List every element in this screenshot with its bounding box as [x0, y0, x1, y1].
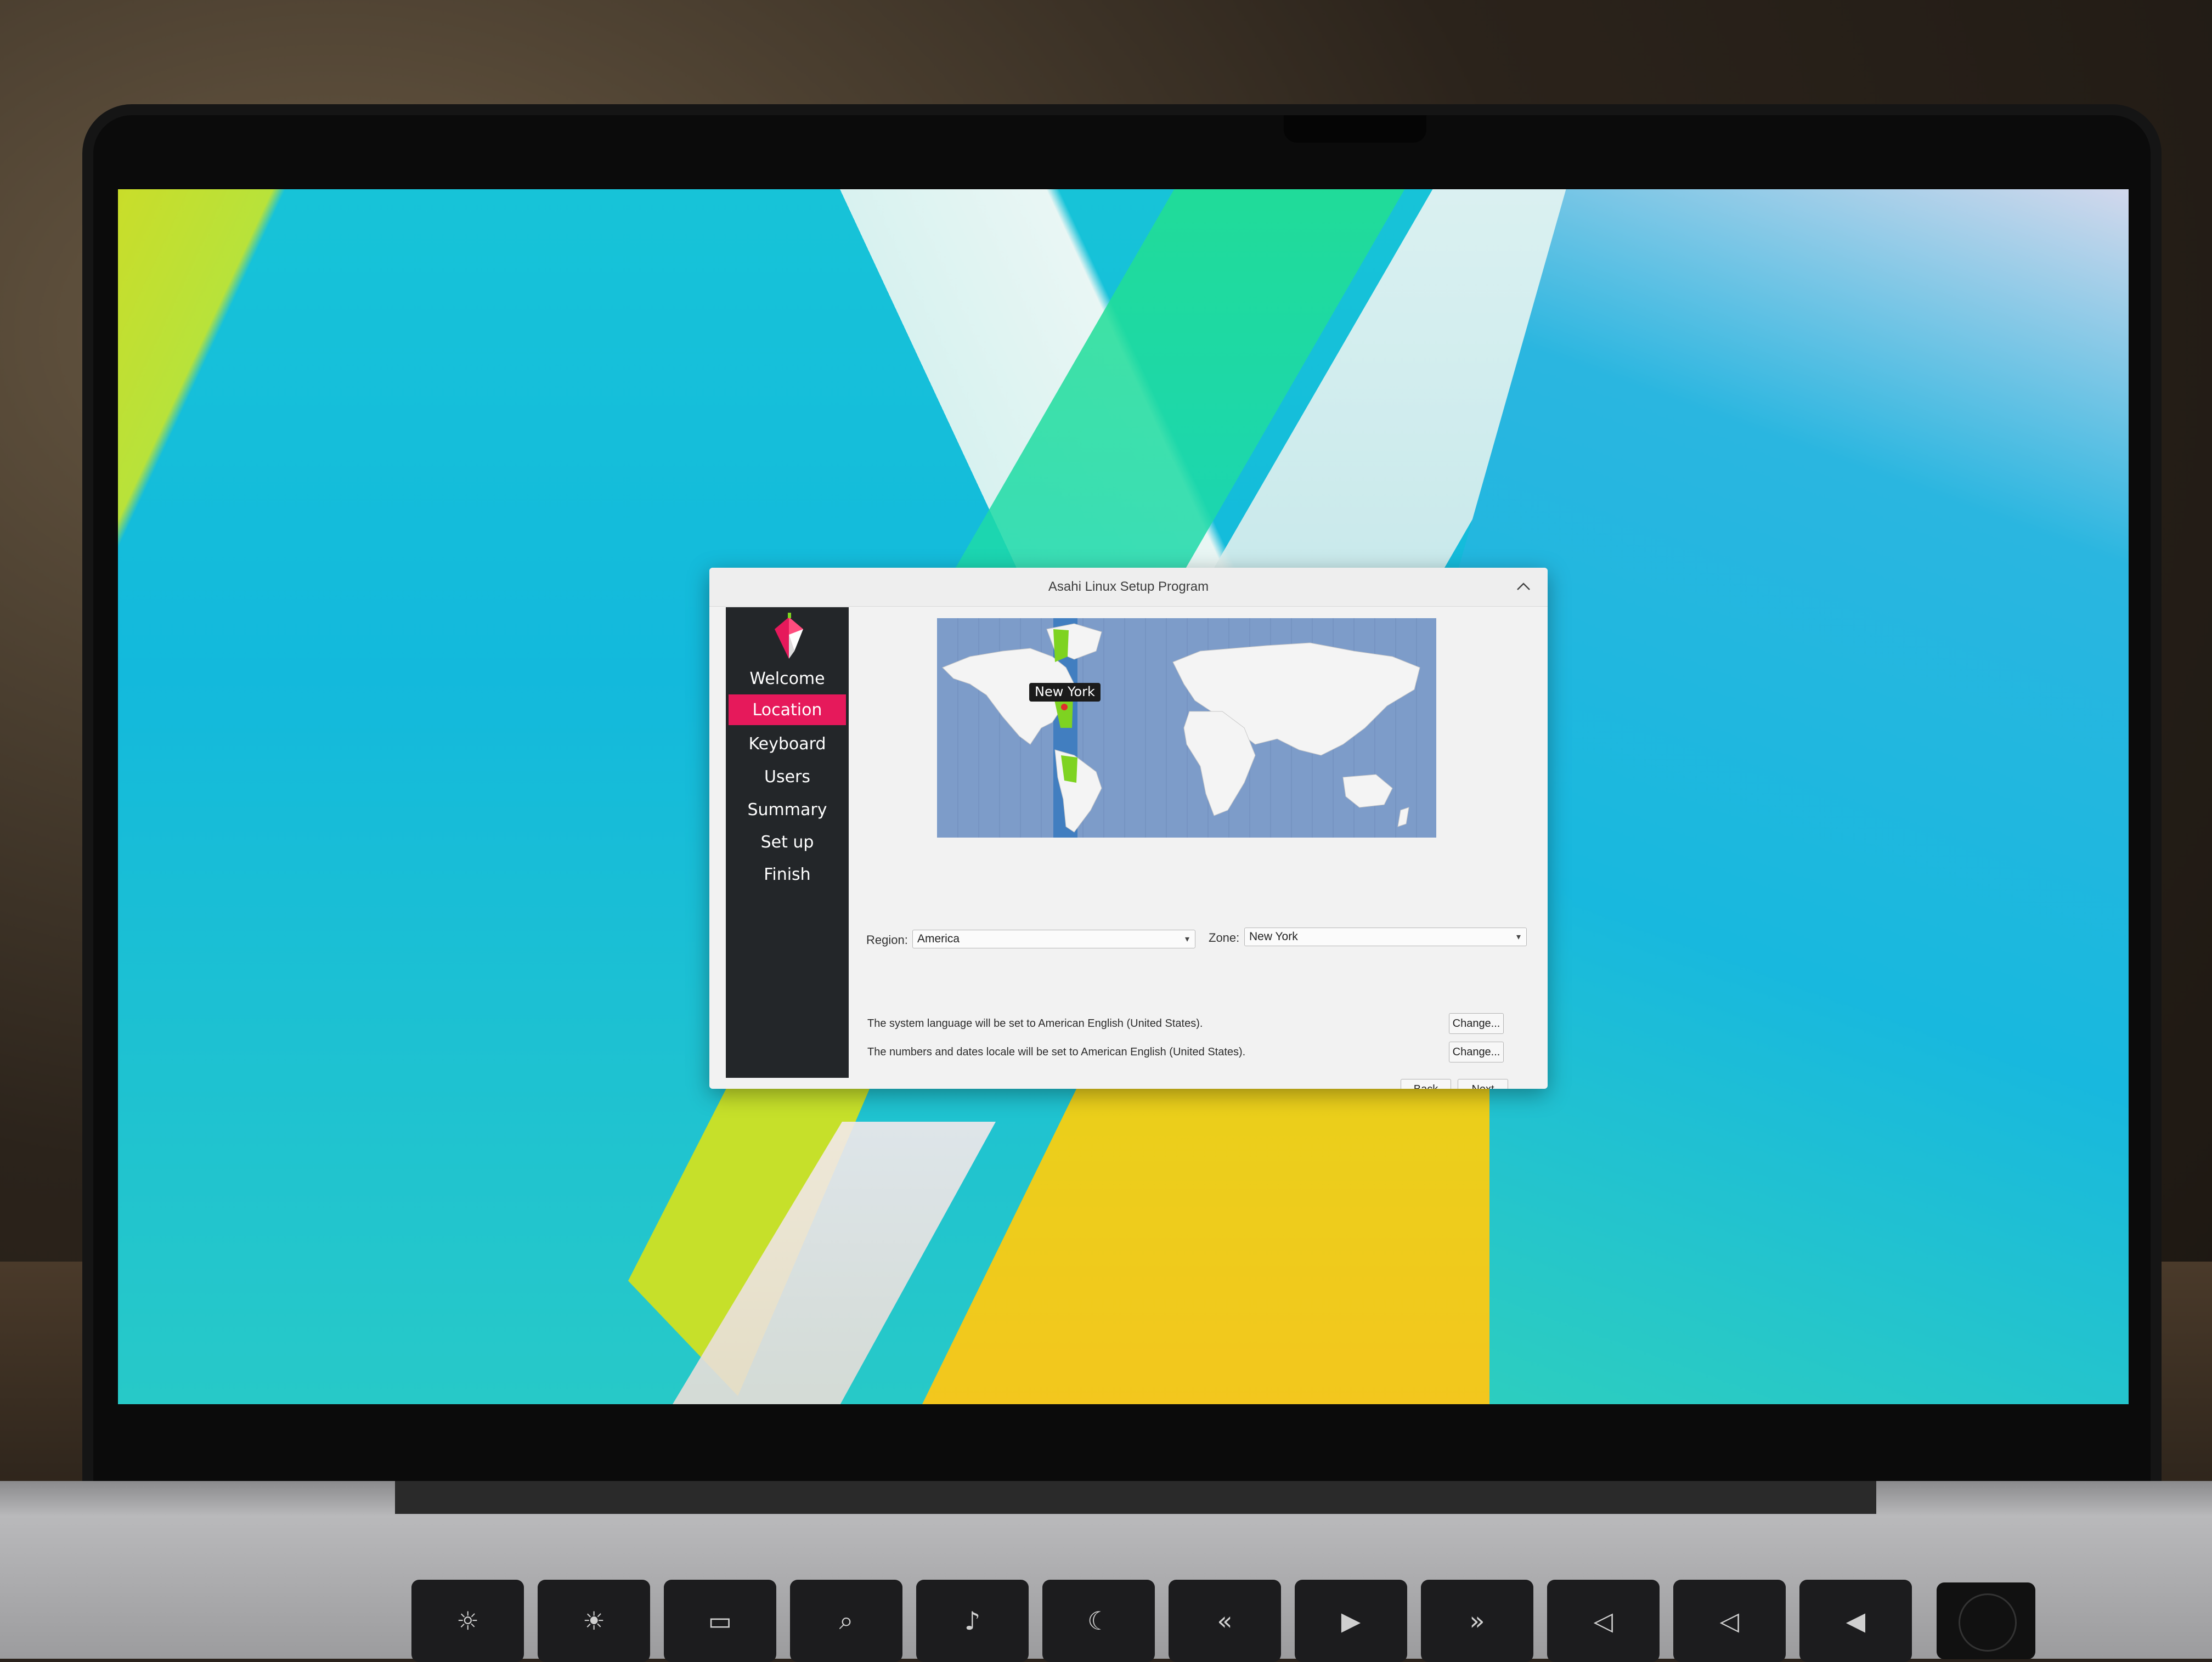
sidebar-item-set-up: Set up [729, 827, 846, 857]
dictation-key[interactable]: ♪ [916, 1580, 1029, 1662]
timezone-map[interactable]: New York [937, 618, 1436, 838]
setup-sidebar: Welcome Location Keyboard Users Summary … [726, 607, 849, 1078]
spotlight-key[interactable]: ⌕ [790, 1580, 902, 1662]
brightness-up-key[interactable]: ☀ [538, 1580, 650, 1662]
wallpaper-shape [612, 1122, 996, 1404]
volume-up-key[interactable]: ◀ [1799, 1580, 1912, 1662]
region-label: Region: [866, 933, 908, 947]
mute-key[interactable]: ◁ [1547, 1580, 1660, 1662]
search-icon: ⌕ [839, 1606, 854, 1635]
next-button[interactable]: Next [1458, 1079, 1508, 1089]
laptop-hinge [395, 1481, 1876, 1514]
window-titlebar[interactable]: Asahi Linux Setup Program [709, 568, 1548, 607]
window-title: Asahi Linux Setup Program [1048, 579, 1209, 594]
asahi-logo-icon [775, 613, 803, 659]
do-not-disturb-key[interactable]: ☾ [1042, 1580, 1155, 1662]
sidebar-item-label: Location [752, 700, 822, 720]
change-language-button[interactable]: Change... [1449, 1013, 1504, 1034]
region-select-value: America [917, 932, 960, 945]
fast-forward-key[interactable]: » [1421, 1580, 1533, 1662]
speaker-high-icon: ◀ [1846, 1606, 1866, 1636]
brightness-down-key[interactable]: ☼ [411, 1580, 524, 1662]
zone-select[interactable]: New York ▾ [1244, 928, 1527, 946]
sidebar-item-label: Welcome [749, 669, 825, 688]
sidebar-item-summary: Summary [729, 794, 846, 825]
sun-icon: ☼ [456, 1606, 479, 1636]
play-pause-key[interactable]: ▶ [1295, 1580, 1407, 1662]
sidebar-item-label: Set up [760, 832, 814, 852]
speaker-low-icon: ◁ [1719, 1606, 1740, 1636]
sidebar-item-label: Finish [764, 864, 811, 884]
sidebar-item-welcome: Welcome [729, 663, 846, 694]
fast-forward-icon: » [1469, 1606, 1485, 1636]
mission-control-key[interactable]: ▭ [664, 1580, 776, 1662]
system-language-text: The system language will be set to Ameri… [867, 1017, 1203, 1030]
chevron-down-icon: ▾ [1516, 932, 1521, 942]
sidebar-item-label: Keyboard [748, 734, 826, 754]
microphone-icon: ♪ [964, 1606, 981, 1636]
sidebar-item-location: Location [729, 694, 846, 725]
play-pause-icon: ▶ [1341, 1606, 1361, 1636]
sidebar-item-finish: Finish [729, 859, 846, 890]
camera-notch [1284, 115, 1426, 143]
desktop-screen: Asahi Linux Setup Program Welcome Locati… [118, 189, 2129, 1404]
map-city-label: New York [1035, 684, 1095, 699]
moon-icon: ☾ [1087, 1606, 1110, 1636]
sun-icon: ☀ [582, 1606, 606, 1636]
sidebar-item-keyboard: Keyboard [729, 728, 846, 759]
sidebar-item-users: Users [729, 761, 846, 792]
numbers-locale-text: The numbers and dates locale will be set… [867, 1046, 1246, 1058]
speaker-mute-icon: ◁ [1593, 1606, 1613, 1636]
region-select[interactable]: America ▾ [912, 930, 1195, 948]
sidebar-item-label: Users [764, 767, 810, 787]
chevron-down-icon: ▾ [1184, 935, 1189, 944]
location-page: New York Region: America ▾ Zone: New Yor… [852, 607, 1538, 1089]
zone-select-value: New York [1249, 930, 1298, 943]
back-button[interactable]: Back [1401, 1079, 1451, 1089]
change-locale-button[interactable]: Change... [1449, 1042, 1504, 1062]
rewind-icon: « [1217, 1606, 1233, 1636]
touch-id-key[interactable] [1937, 1582, 2035, 1659]
rewind-key[interactable]: « [1169, 1580, 1281, 1662]
setup-window: Asahi Linux Setup Program Welcome Locati… [709, 568, 1548, 1089]
mission-control-icon: ▭ [708, 1606, 732, 1636]
sidebar-item-label: Summary [747, 800, 827, 819]
volume-down-key[interactable]: ◁ [1673, 1580, 1786, 1662]
zone-label: Zone: [1209, 931, 1240, 945]
chevron-up-icon[interactable] [1514, 576, 1533, 596]
